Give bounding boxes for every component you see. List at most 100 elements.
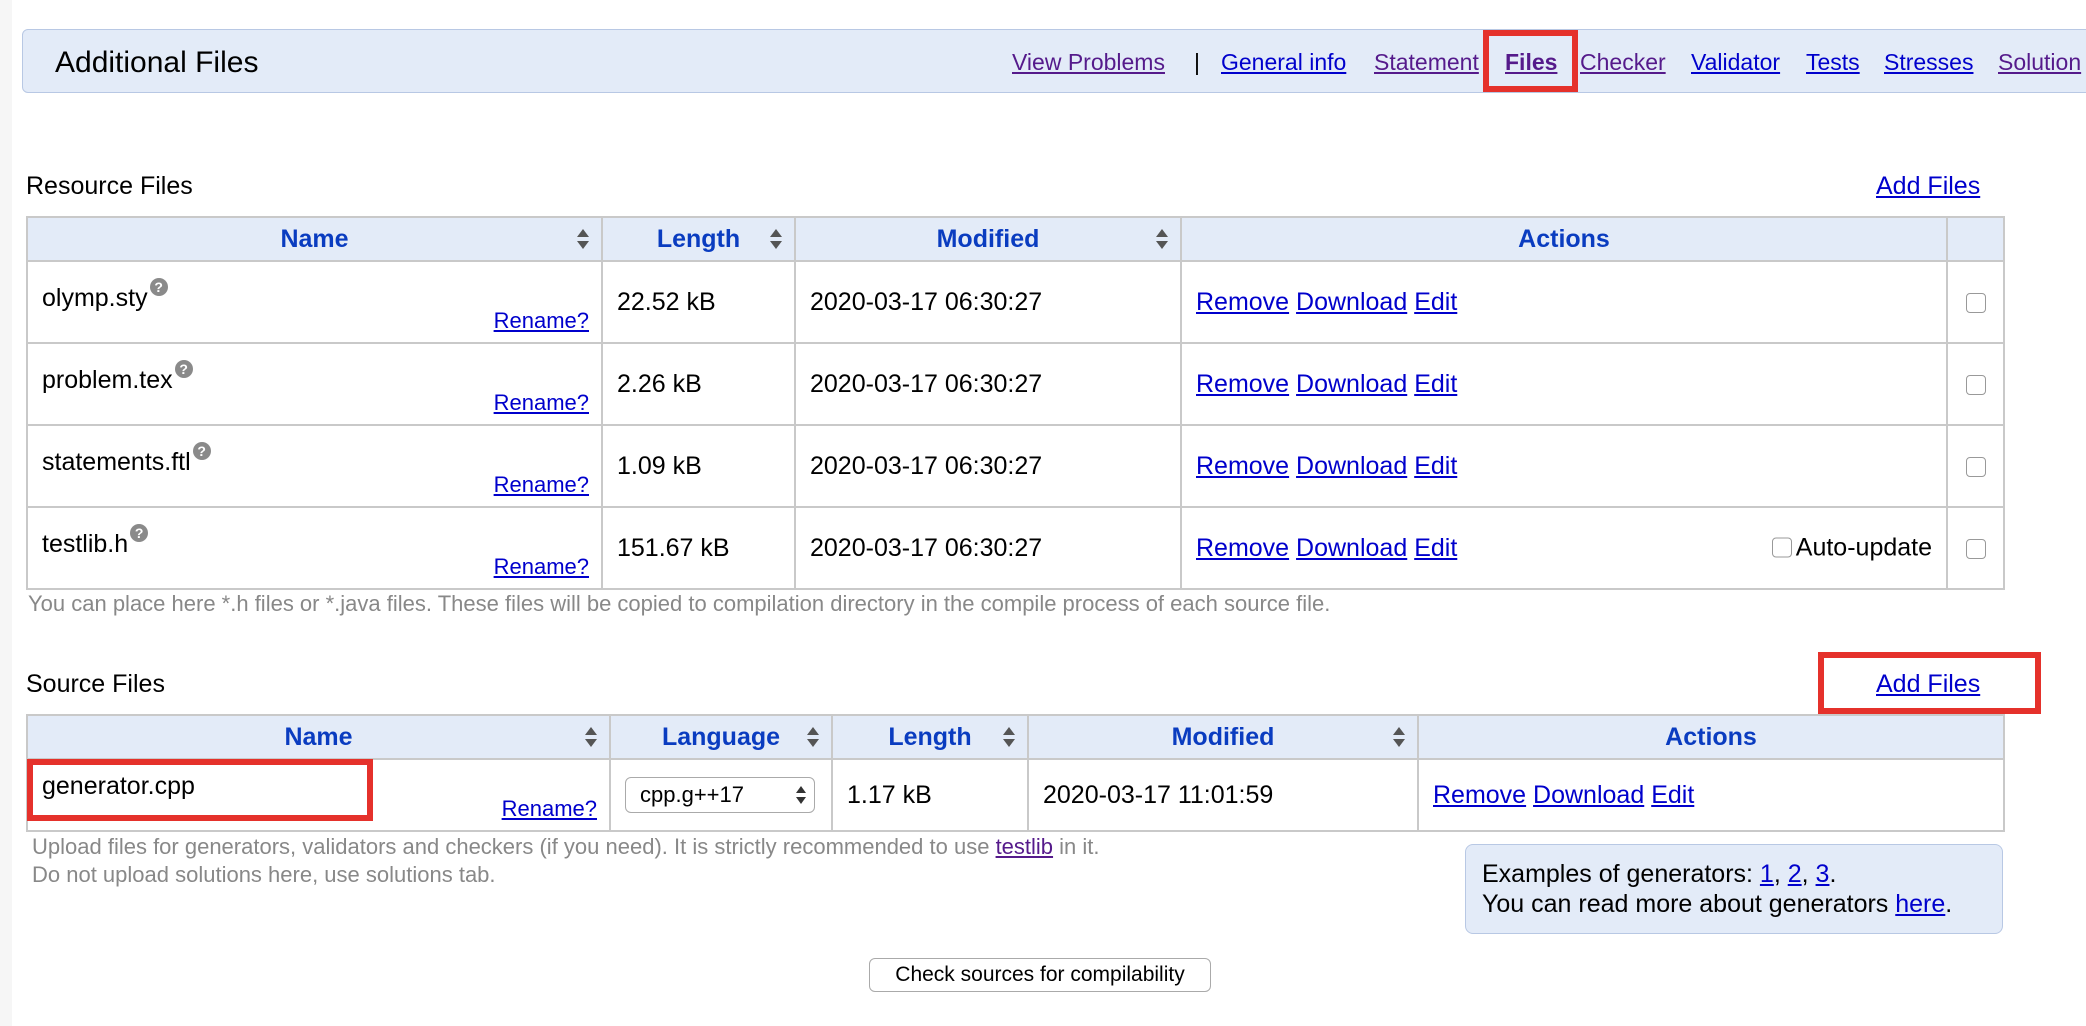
example-link-1[interactable]: 1 bbox=[1760, 860, 1774, 888]
edit-link[interactable]: Edit bbox=[1651, 781, 1694, 809]
row-checkbox[interactable] bbox=[1965, 456, 1986, 477]
auto-update-checkbox[interactable] bbox=[1771, 537, 1792, 558]
rename-link[interactable]: Rename? bbox=[502, 796, 597, 822]
remove-link[interactable]: Remove bbox=[1196, 452, 1289, 480]
edit-link[interactable]: Edit bbox=[1414, 370, 1457, 398]
actions-cell: Remove Download Edit Auto-update bbox=[1180, 506, 1948, 590]
page-header: Additional Files View Problems | General… bbox=[22, 29, 2086, 93]
row-checkbox[interactable] bbox=[1965, 538, 1986, 559]
table-row: statements.ftl? Rename? 1.09 kB 2020-03-… bbox=[26, 424, 2005, 508]
file-name-cell: problem.tex? Rename? bbox=[26, 342, 603, 426]
source-files-title: Source Files bbox=[26, 670, 165, 698]
file-name-cell: olymp.sty? Rename? bbox=[26, 260, 603, 344]
file-name: generator.cpp bbox=[42, 772, 195, 800]
nav-statement[interactable]: Statement bbox=[1374, 49, 1479, 76]
remove-link[interactable]: Remove bbox=[1433, 781, 1526, 809]
generator-examples-box: Examples of generators: 1, 2, 3. You can… bbox=[1465, 844, 2003, 934]
language-cell: cpp.g++17 bbox=[609, 758, 833, 832]
column-header-name[interactable]: Name bbox=[26, 216, 603, 262]
file-modified: 2020-03-17 11:01:59 bbox=[1027, 758, 1419, 832]
select-arrows-icon bbox=[796, 786, 806, 804]
generators-here-link[interactable]: here bbox=[1895, 890, 1945, 918]
sort-icon bbox=[1003, 727, 1015, 747]
actions-cell: Remove Download Edit bbox=[1180, 424, 1948, 508]
download-link[interactable]: Download bbox=[1296, 534, 1407, 562]
select-cell bbox=[1946, 424, 2005, 508]
rename-link[interactable]: Rename? bbox=[494, 554, 589, 580]
column-header-modified[interactable]: Modified bbox=[794, 216, 1182, 262]
remove-link[interactable]: Remove bbox=[1196, 534, 1289, 562]
testlib-link[interactable]: testlib bbox=[996, 834, 1053, 859]
nav-solutions[interactable]: Solution bbox=[1998, 49, 2081, 76]
column-header-modified[interactable]: Modified bbox=[1027, 714, 1419, 760]
nav-general-info[interactable]: General info bbox=[1221, 49, 1346, 76]
resource-files-hint: You can place here *.h files or *.java f… bbox=[28, 591, 1331, 616]
column-header-name[interactable]: Name bbox=[26, 714, 611, 760]
example-link-3[interactable]: 3 bbox=[1816, 860, 1830, 888]
sort-icon bbox=[1156, 229, 1168, 249]
remove-link[interactable]: Remove bbox=[1196, 370, 1289, 398]
resource-files-title: Resource Files bbox=[26, 172, 193, 200]
check-sources-button[interactable]: Check sources for compilability bbox=[869, 958, 1211, 992]
download-link[interactable]: Download bbox=[1533, 781, 1644, 809]
source-add-files-link[interactable]: Add Files bbox=[1876, 670, 1980, 699]
table-row: problem.tex? Rename? 2.26 kB 2020-03-17 … bbox=[26, 342, 2005, 426]
column-header-language[interactable]: Language bbox=[609, 714, 833, 760]
help-icon[interactable]: ? bbox=[130, 524, 149, 542]
nav-tests[interactable]: Tests bbox=[1806, 49, 1860, 76]
sort-icon bbox=[1393, 727, 1405, 747]
remove-link[interactable]: Remove bbox=[1196, 288, 1289, 316]
nav-files[interactable]: Files bbox=[1505, 49, 1557, 76]
actions-cell: Remove Download Edit bbox=[1180, 342, 1948, 426]
table-row: testlib.h? Rename? 151.67 kB 2020-03-17 … bbox=[26, 506, 2005, 590]
source-files-table: Name Language Length Modified Actions ge… bbox=[26, 714, 2005, 832]
rename-link[interactable]: Rename? bbox=[494, 308, 589, 334]
select-cell bbox=[1946, 506, 2005, 590]
help-icon[interactable]: ? bbox=[174, 360, 193, 378]
file-modified: 2020-03-17 06:30:27 bbox=[794, 506, 1182, 590]
file-length: 2.26 kB bbox=[601, 342, 796, 426]
file-length: 22.52 kB bbox=[601, 260, 796, 344]
download-link[interactable]: Download bbox=[1296, 288, 1407, 316]
page-title: Additional Files bbox=[55, 46, 259, 79]
actions-cell: Remove Download Edit bbox=[1417, 758, 2005, 832]
column-header-length[interactable]: Length bbox=[601, 216, 796, 262]
file-name-cell: generator.cpp Rename? bbox=[26, 758, 611, 832]
actions-cell: Remove Download Edit bbox=[1180, 260, 1948, 344]
download-link[interactable]: Download bbox=[1296, 452, 1407, 480]
select-cell bbox=[1946, 342, 2005, 426]
edit-link[interactable]: Edit bbox=[1414, 534, 1457, 562]
row-checkbox[interactable] bbox=[1965, 374, 1986, 395]
column-header-select bbox=[1946, 216, 2005, 262]
file-name: testlib.h bbox=[42, 530, 129, 558]
help-icon[interactable]: ? bbox=[149, 278, 168, 296]
download-link[interactable]: Download bbox=[1296, 370, 1407, 398]
source-files-hint: Upload files for generators, validators … bbox=[32, 834, 1100, 887]
nav-view-problems[interactable]: View Problems bbox=[1012, 49, 1165, 76]
resource-add-files-link[interactable]: Add Files bbox=[1876, 172, 1980, 201]
nav-checker[interactable]: Checker bbox=[1580, 49, 1666, 76]
column-header-actions: Actions bbox=[1180, 216, 1948, 262]
file-length: 1.17 kB bbox=[831, 758, 1029, 832]
select-cell bbox=[1946, 260, 2005, 344]
file-name-cell: statements.ftl? Rename? bbox=[26, 424, 603, 508]
column-header-length[interactable]: Length bbox=[831, 714, 1029, 760]
language-select[interactable]: cpp.g++17 bbox=[625, 777, 815, 813]
page-left-margin bbox=[0, 0, 12, 1026]
rename-link[interactable]: Rename? bbox=[494, 472, 589, 498]
edit-link[interactable]: Edit bbox=[1414, 288, 1457, 316]
edit-link[interactable]: Edit bbox=[1414, 452, 1457, 480]
row-checkbox[interactable] bbox=[1965, 292, 1986, 313]
file-modified: 2020-03-17 06:30:27 bbox=[794, 260, 1182, 344]
sort-icon bbox=[585, 727, 597, 747]
nav-stresses[interactable]: Stresses bbox=[1884, 49, 1973, 76]
resource-files-table: Name Length Modified Actions olymp.sty? … bbox=[26, 216, 2005, 590]
auto-update-toggle[interactable]: Auto-update bbox=[1771, 534, 1932, 563]
file-name-cell: testlib.h? Rename? bbox=[26, 506, 603, 590]
nav-validator[interactable]: Validator bbox=[1691, 49, 1780, 76]
file-modified: 2020-03-17 06:30:27 bbox=[794, 342, 1182, 426]
help-icon[interactable]: ? bbox=[192, 442, 211, 460]
rename-link[interactable]: Rename? bbox=[494, 390, 589, 416]
table-row: olymp.sty? Rename? 22.52 kB 2020-03-17 0… bbox=[26, 260, 2005, 344]
example-link-2[interactable]: 2 bbox=[1788, 860, 1802, 888]
